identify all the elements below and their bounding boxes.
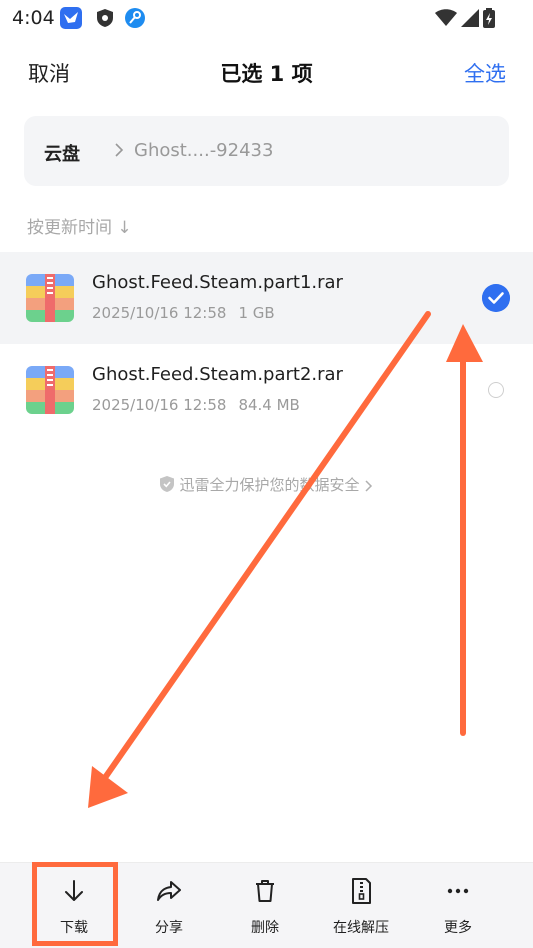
file-name: Ghost.Feed.Steam.part2.rar xyxy=(92,364,343,385)
file-name: Ghost.Feed.Steam.part1.rar xyxy=(92,272,343,293)
file-date: 2025/10/16 12:58 xyxy=(92,304,227,322)
wifi-icon xyxy=(435,9,457,26)
download-icon xyxy=(65,880,83,901)
breadcrumb-root[interactable]: 云盘 xyxy=(44,140,80,166)
shield-icon xyxy=(159,476,174,492)
file-meta: 2025/10/16 12:58 1 GB xyxy=(92,304,275,322)
sort-by-update-time[interactable]: 按更新时间 ↓ xyxy=(27,213,132,238)
selection-header: 取消 已选 1 项 全选 xyxy=(0,44,533,100)
delete-label: 删除 xyxy=(251,920,279,936)
delete-button[interactable]: 删除 xyxy=(220,863,310,948)
archive-file-icon xyxy=(26,366,74,414)
more-label: 更多 xyxy=(444,920,472,936)
status-bar: 4:04 xyxy=(0,0,533,36)
zip-file-icon xyxy=(352,878,371,904)
checked-icon[interactable] xyxy=(482,284,510,312)
bottom-toolbar: 下载 分享 删除 在线解压 更多 xyxy=(0,862,533,948)
share-icon xyxy=(157,881,181,901)
bird-app-icon xyxy=(60,7,82,29)
unchecked-icon[interactable] xyxy=(488,382,504,398)
extract-online-button[interactable]: 在线解压 xyxy=(316,863,406,948)
breadcrumb: 云盘 Ghost....-92433 xyxy=(24,116,509,186)
status-time: 4:04 xyxy=(12,7,55,29)
chevron-right-icon xyxy=(365,480,373,492)
download-button[interactable]: 下载 xyxy=(29,863,119,948)
file-row[interactable]: Ghost.Feed.Steam.part2.rar 2025/10/16 12… xyxy=(0,344,533,436)
security-note-text: 迅雷全力保护您的数据安全 xyxy=(179,476,360,494)
signal-icon xyxy=(461,9,479,27)
shield-app-icon xyxy=(97,9,113,27)
file-size: 84.4 MB xyxy=(238,396,300,414)
file-meta: 2025/10/16 12:58 84.4 MB xyxy=(92,396,300,414)
trash-icon xyxy=(256,880,274,902)
key-app-icon xyxy=(125,8,145,28)
breadcrumb-current: Ghost....-92433 xyxy=(134,140,274,161)
battery-icon xyxy=(483,8,495,28)
share-label: 分享 xyxy=(155,920,183,936)
page-title: 已选 1 项 xyxy=(220,62,313,86)
file-date: 2025/10/16 12:58 xyxy=(92,396,227,414)
file-size: 1 GB xyxy=(238,304,275,322)
archive-file-icon xyxy=(26,274,74,322)
select-all-button[interactable]: 全选 xyxy=(464,58,506,88)
file-row[interactable]: Ghost.Feed.Steam.part1.rar 2025/10/16 12… xyxy=(0,252,533,344)
download-label: 下载 xyxy=(60,920,88,936)
security-note[interactable]: 迅雷全力保护您的数据安全 xyxy=(0,474,533,495)
status-indicators xyxy=(435,8,495,28)
more-icon xyxy=(447,888,469,894)
share-button[interactable]: 分享 xyxy=(124,863,214,948)
extract-online-label: 在线解压 xyxy=(333,920,389,936)
more-button[interactable]: 更多 xyxy=(413,863,503,948)
chevron-right-icon xyxy=(115,143,124,157)
